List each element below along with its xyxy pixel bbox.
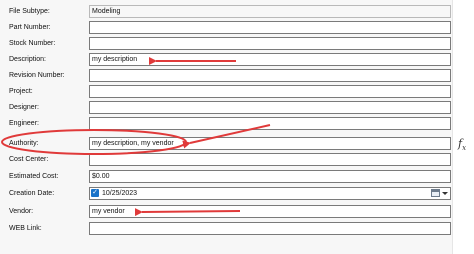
authority-highlight-ellipse (1, 129, 187, 155)
annotation-overlay (1, 57, 271, 217)
arrow-to-vendor (134, 208, 241, 217)
arrow-to-authority (182, 124, 271, 149)
